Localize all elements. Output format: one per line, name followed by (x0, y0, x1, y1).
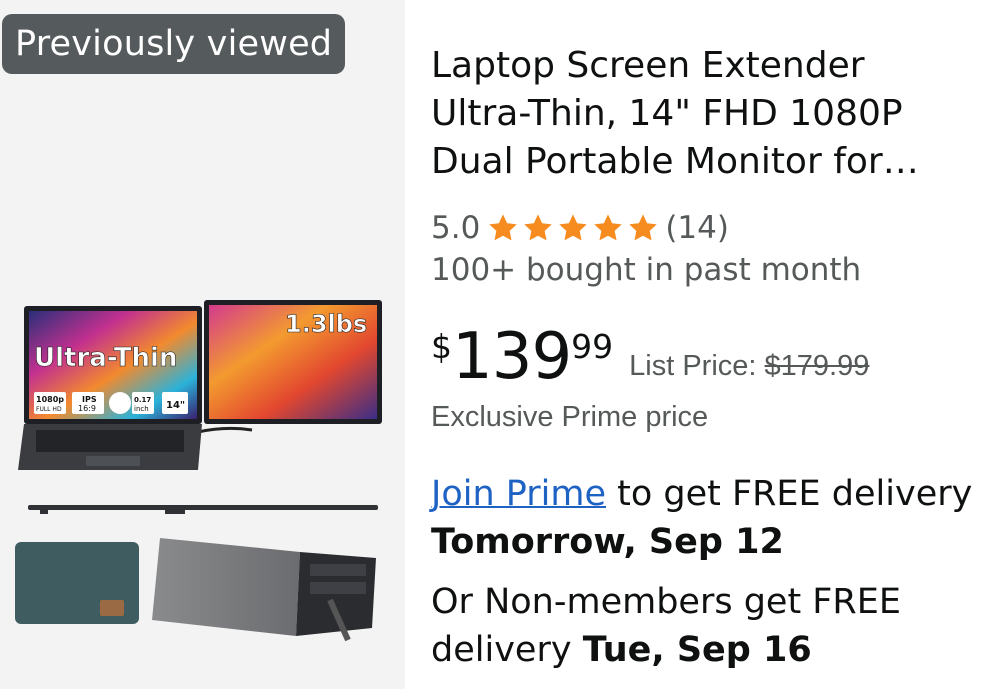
star-icon (559, 214, 588, 241)
prime-delivery-info: Join Prime to get FREE delivery Tomorrow… (431, 470, 976, 566)
rating-value: 5.0 (431, 210, 481, 246)
prime-delivery-text: to get FREE delivery (606, 474, 973, 514)
list-price: List Price: $179.99 (629, 346, 869, 386)
product-image[interactable]: Ultra-Thin 1.3lbs 1080p FULL HD IPS 16:9… (0, 0, 405, 689)
nonmember-delivery-info: Or Non-members get FREE delivery Tue, Se… (431, 578, 976, 674)
nonmember-delivery-date: Tue, Sep 16 (582, 630, 812, 670)
exclusive-prime-price: Exclusive Prime price (431, 401, 709, 433)
res-bottom-label: FULL HD (36, 406, 62, 413)
price-row: $ 139 99 List Price: $179.99 (431, 318, 869, 398)
thickness-top-label: 0.17 (134, 396, 151, 404)
prime-delivery-date: Tomorrow, Sep 12 (431, 522, 784, 562)
weight-label: 1.3lbs (285, 310, 367, 338)
res-top-label: 1080p (36, 395, 64, 404)
panel-bottom-label: 16:9 (78, 404, 96, 413)
side-profile (28, 505, 378, 510)
ultra-thin-label: Ultra-Thin (34, 343, 177, 373)
star-icon (524, 214, 553, 241)
product-title[interactable]: Laptop Screen Extender Ultra-Thin, 14" F… (431, 42, 976, 186)
list-price-value: $179.99 (764, 350, 870, 382)
product-image-panel[interactable]: Ultra-Thin 1.3lbs 1080p FULL HD IPS 16:9… (0, 0, 405, 689)
price-currency: $ (431, 327, 452, 366)
star-rating[interactable] (486, 212, 661, 244)
thickness-bottom-label: inch (134, 405, 149, 413)
panel-top-label: IPS (82, 395, 97, 404)
price-fraction: 99 (571, 327, 614, 366)
size-label: 14" (166, 400, 185, 411)
price-whole: 139 (452, 320, 572, 394)
review-count[interactable]: (14) (665, 210, 729, 246)
bought-count: 100+ bought in past month (431, 252, 862, 288)
rating-row[interactable]: 5.0 (14) (431, 206, 729, 250)
star-icon (594, 214, 623, 241)
star-icon (489, 214, 518, 241)
list-price-label: List Price: (629, 350, 757, 382)
previously-viewed-badge: Previously viewed (2, 14, 346, 74)
kickstand-view (152, 538, 300, 636)
star-icon (629, 214, 658, 241)
join-prime-link[interactable]: Join Prime (431, 474, 606, 514)
